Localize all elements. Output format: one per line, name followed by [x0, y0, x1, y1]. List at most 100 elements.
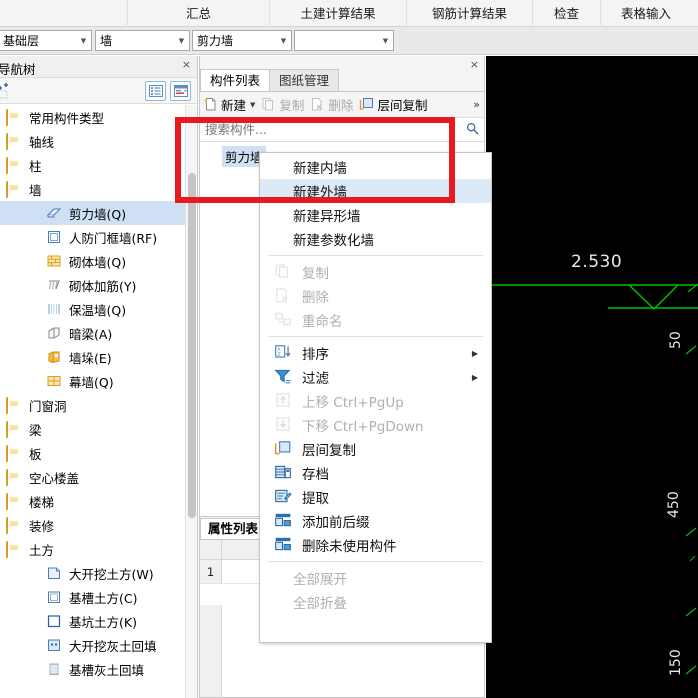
menu-item-label: 存档	[302, 467, 329, 483]
menu-item[interactable]: 过滤 ▶	[260, 365, 491, 389]
tree-item[interactable]: 剪力墙(Q)	[0, 201, 186, 225]
delete-component-button[interactable]: 删除	[307, 94, 356, 116]
toolbar-overflow-icon[interactable]: »	[473, 98, 480, 111]
component-context-menu[interactable]: 新建内墙 新建外墙 新建异形墙 新建参数化墙 复制 删除 重命名 A Z 排序 ▶ 过滤 ▶ 上移 Ctr…	[259, 152, 492, 643]
tree-item[interactable]: 墙	[0, 177, 186, 201]
list-view-button[interactable]	[145, 81, 166, 101]
cad-drawing-canvas[interactable]: 2.530 50 450 150 100	[486, 56, 698, 698]
delete-component-label: 删除	[328, 98, 354, 113]
floor-select[interactable]: 基础层	[0, 30, 92, 51]
hidden-beam-icon	[46, 326, 62, 340]
tab-drawing-management[interactable]: 图纸管理	[269, 69, 340, 91]
tree-item[interactable]: 人防门框墙(RF)	[0, 225, 186, 249]
tree-item[interactable]: 保温墙(Q)	[0, 297, 186, 321]
copy-icon	[274, 263, 298, 281]
component-type-select[interactable]: 剪力墙	[192, 30, 292, 51]
folder-icon	[6, 421, 22, 438]
tree-item-label: 常用构件类型	[29, 110, 105, 126]
tree-item[interactable]: 板	[0, 441, 186, 465]
menu-item-label: 过滤	[302, 371, 329, 387]
menu-item[interactable]: 新建参数化墙	[260, 227, 491, 251]
tab-component-list[interactable]: 构件列表	[200, 69, 271, 91]
tree-item-label: 土方	[29, 542, 55, 558]
tree-item[interactable]: 砌体墙(Q)	[0, 249, 186, 273]
copy-component-button[interactable]: 复制	[258, 94, 307, 116]
tree-item[interactable]: 大开挖土方(W)	[0, 561, 186, 585]
tree-item[interactable]: 门窗洞	[0, 393, 186, 417]
new-component-button[interactable]: 新建 ▼	[200, 94, 258, 116]
search-icon[interactable]	[460, 122, 484, 138]
menu-separator	[268, 336, 483, 337]
navigation-tree-title: 导航树	[0, 62, 36, 77]
menu-item-label: 全部折叠	[293, 596, 347, 612]
door-frame-wall-icon	[46, 230, 62, 244]
tree-item[interactable]: 装修	[0, 513, 186, 537]
scrollbar-thumb[interactable]	[188, 173, 196, 518]
folder-icon	[6, 517, 22, 534]
component-select[interactable]	[294, 30, 394, 51]
navigation-tree-scrollbar[interactable]	[185, 105, 197, 698]
tab-property-list[interactable]: 属性列表	[200, 518, 267, 539]
menu-item-label: 重命名	[302, 314, 343, 330]
menu-item-check[interactable]: 检查	[533, 0, 601, 27]
main-menubar: 汇总 土建计算结果 钢筋计算结果 检查 表格输入	[0, 0, 698, 27]
component-search-box[interactable]	[200, 118, 484, 142]
add-component-icon[interactable]	[0, 83, 15, 99]
tree-item[interactable]: 砌体加筋(Y)	[0, 273, 186, 297]
category-select[interactable]: 墙	[95, 30, 190, 51]
floor-select-value: 基础层	[3, 34, 40, 48]
menu-item[interactable]: A Z 排序 ▶	[260, 341, 491, 365]
chevron-right-icon: ▶	[471, 349, 478, 358]
tree-item-label: 门窗洞	[29, 398, 67, 414]
tree-item[interactable]: 大开挖灰土回填	[0, 633, 186, 657]
menu-item-table-input[interactable]: 表格输入	[601, 0, 691, 27]
tree-item[interactable]: 轴线	[0, 129, 186, 153]
tree-item[interactable]: 基槽灰土回填	[0, 657, 186, 681]
tree-item[interactable]: 幕墙(Q)	[0, 369, 186, 393]
chevron-down-icon	[276, 31, 291, 50]
menu-item-summary[interactable]: 汇总	[128, 0, 270, 27]
menu-item-rebar-result[interactable]: 钢筋计算结果	[407, 0, 533, 27]
navigation-tree[interactable]: 常用构件类型轴线柱墙剪力墙(Q) 人防门框墙(RF) 砌体墙(Q) 砌体加筋(Y) 保温…	[0, 105, 186, 698]
menu-item: 下移 Ctrl+PgDown	[260, 413, 491, 437]
tree-item[interactable]: 基槽土方(C)	[0, 585, 186, 609]
tree-item[interactable]: 楼梯	[0, 489, 186, 513]
menu-item[interactable]: 添加前后缀	[260, 509, 491, 533]
copy-icon	[261, 97, 276, 112]
menu-item[interactable]: 新建内墙	[260, 155, 491, 179]
menu-item-label: 提取	[302, 491, 329, 507]
tree-item[interactable]: 柱	[0, 153, 186, 177]
search-input[interactable]	[200, 121, 460, 138]
tree-item[interactable]: 墙垛(E)	[0, 345, 186, 369]
delete-unused-icon	[274, 536, 298, 554]
tree-item[interactable]: 梁	[0, 417, 186, 441]
menu-item[interactable]: 提取	[260, 485, 491, 509]
chevron-down-icon[interactable]: ▼	[250, 101, 255, 109]
interfloor-copy-button[interactable]: 层间复制	[356, 94, 430, 116]
component-type-select-value: 剪力墙	[197, 34, 234, 48]
menu-item-label: 删除	[302, 290, 329, 306]
tree-item[interactable]: 常用构件类型	[0, 105, 186, 129]
menu-item-label: 新建异形墙	[293, 209, 361, 225]
wall-pier-icon	[46, 350, 62, 364]
tree-item-label: 墙	[29, 182, 42, 198]
menu-item: 全部折叠	[260, 590, 491, 614]
detail-view-button[interactable]	[170, 81, 191, 101]
tree-item[interactable]: 基坑土方(K)	[0, 609, 186, 633]
menu-item[interactable]: 层间复制	[260, 437, 491, 461]
menu-item-civil-result[interactable]: 土建计算结果	[270, 0, 407, 27]
tree-item[interactable]: 暗梁(A)	[0, 321, 186, 345]
menu-item: 重命名	[260, 308, 491, 332]
navigation-tree-panel: 导航树 × 常用构件类型 轴线 柱 墙 剪力墙(Q) 人防门框墙(RF) 砌体墙…	[0, 56, 198, 698]
tree-item[interactable]: 空心楼盖	[0, 465, 186, 489]
add-affix-icon	[274, 512, 298, 530]
folder-icon	[6, 157, 22, 174]
menu-item[interactable]: 删除未使用构件	[260, 533, 491, 557]
open-excavation-icon	[46, 566, 62, 580]
menu-item[interactable]: 新建外墙	[260, 179, 491, 203]
tree-item-label: 人防门框墙(RF)	[69, 230, 158, 246]
menu-item[interactable]: 新建异形墙	[260, 203, 491, 227]
menu-item[interactable]: 存档	[260, 461, 491, 485]
close-icon[interactable]: ×	[182, 59, 191, 71]
tree-item[interactable]: 土方	[0, 537, 186, 561]
